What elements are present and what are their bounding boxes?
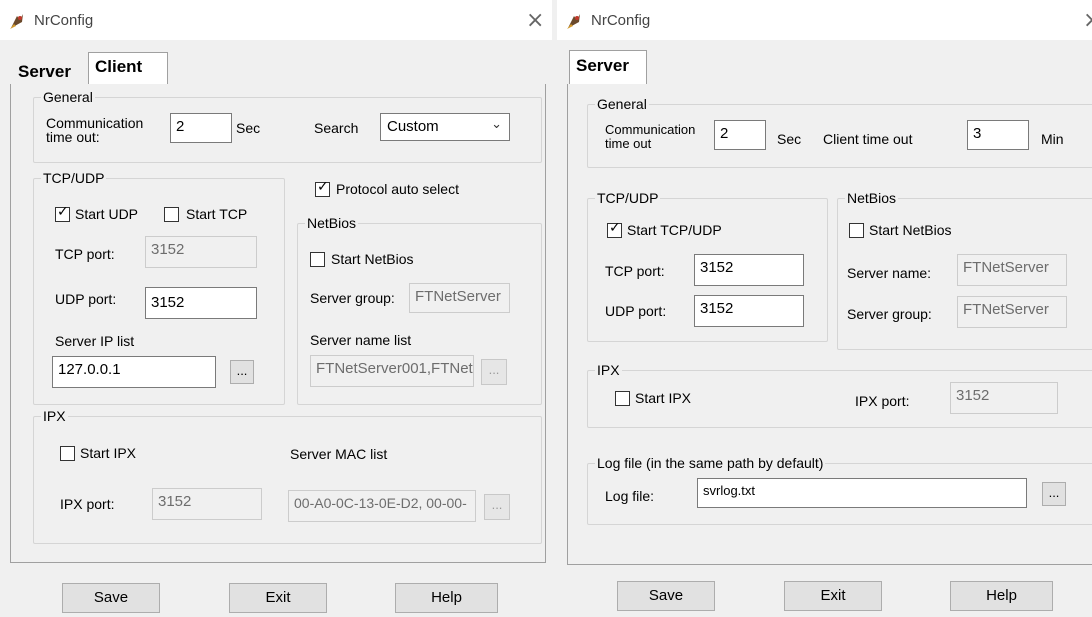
comm-timeout-label: Communication time out: [46,115,144,145]
search-label: Search [314,120,359,136]
log-file-browse-button[interactable]: ... [1042,482,1066,506]
search-select[interactable]: Custom ⌄ [380,113,510,141]
tcp-port-input[interactable]: 3152 [694,254,804,286]
protocol-auto-select-label: Protocol auto select [336,181,459,197]
tcp-port-input: 3152 [145,236,257,268]
protocol-auto-select-checkbox[interactable] [315,179,330,197]
udp-port-input[interactable]: 3152 [694,295,804,327]
server-name-list-browse-button: ... [481,359,507,385]
tab-server[interactable]: Server [12,58,92,85]
tcpudp-group-label: TCP/UDP [595,190,661,206]
netbios-group-label: NetBios [305,215,359,231]
exit-button[interactable]: Exit [784,581,882,611]
start-ipx-label: Start IPX [80,445,137,461]
comm-timeout-input[interactable]: 2 [714,120,766,150]
server-mac-list-input: 00-A0-0C-13-0E-D2, 00-00- [288,490,476,522]
save-button[interactable]: Save [617,581,715,611]
start-ipx-checkbox[interactable] [60,446,75,461]
start-ipx-checkbox[interactable] [615,391,630,406]
window-title: NrConfig [34,12,94,29]
start-udp-label: Start UDP [75,206,139,222]
start-netbios-checkbox[interactable] [310,252,325,267]
comm-timeout-input[interactable]: 2 [170,113,232,143]
help-button[interactable]: Help [395,583,498,613]
log-file-label: Log file: [605,488,655,504]
server-group-label: Server group: [847,306,932,322]
start-netbios-label: Start NetBios [869,222,952,238]
server-ip-list-input[interactable]: 127.0.0.1 [52,356,216,388]
server-mac-list-label: Server MAC list [290,446,388,462]
start-ipx-label: Start IPX [635,390,692,406]
tab-client[interactable]: Client [88,52,168,85]
ipx-port-input: 3152 [152,488,262,520]
start-netbios-checkbox[interactable] [849,223,864,238]
general-group-label: General [595,96,649,112]
server-group-input: FTNetServer [957,296,1067,328]
client-config-window: NrConfig × Server Client General Communi… [0,0,552,617]
client-timeout-label: Client time out [823,131,913,147]
start-tcp-label: Start TCP [186,206,248,222]
start-netbios-label: Start NetBios [331,251,414,267]
client-timeout-unit: Min [1041,131,1064,147]
server-group-label: Server group: [310,290,395,306]
server-name-list-label: Server name list [310,332,412,348]
netbios-group-label: NetBios [845,190,899,206]
start-tcpudp-label: Start TCP/UDP [627,222,722,238]
comm-timeout-unit: Sec [777,131,802,147]
title-bar: NrConfig × [0,0,552,40]
server-mac-list-browse-button: ... [484,494,510,520]
chevron-down-icon: ⌄ [491,117,502,132]
close-icon[interactable]: × [526,8,544,33]
ipx-group-label: IPX [595,362,622,378]
tcp-port-label: TCP port: [605,263,665,279]
server-name-label: Server name: [847,265,932,281]
start-udp-checkbox[interactable] [55,204,70,222]
start-tcp-checkbox[interactable] [164,207,179,222]
ipx-port-label: IPX port: [855,393,910,409]
ipx-group-label: IPX [41,408,68,424]
nrconfig-app-icon [10,14,23,29]
save-button[interactable]: Save [62,583,160,613]
comm-timeout-label: Communication time out [605,122,696,151]
server-name-input: FTNetServer [957,254,1067,286]
ipx-group: IPX [33,408,542,544]
general-group-label: General [41,89,95,105]
udp-port-label: UDP port: [605,303,667,319]
search-select-value: Custom [387,118,439,135]
log-file-input[interactable]: svrlog.txt [697,478,1027,508]
comm-timeout-unit: Sec [236,120,261,136]
tcpudp-group-label: TCP/UDP [41,170,107,186]
udp-port-input[interactable]: 3152 [145,287,257,319]
client-timeout-input[interactable]: 3 [967,120,1029,150]
close-icon[interactable]: × [1083,8,1092,33]
server-ip-list-label: Server IP list [55,333,135,349]
exit-button[interactable]: Exit [229,583,327,613]
server-ip-list-browse-button[interactable]: ... [230,360,254,384]
server-config-window: NrConfig × Server General Communication … [557,0,1092,617]
tab-server[interactable]: Server [569,50,647,85]
log-file-group-label: Log file (in the same path by default) [595,455,826,471]
ipx-port-label: IPX port: [60,496,115,512]
tcp-port-label: TCP port: [55,246,115,262]
server-group-input: FTNetServer [409,283,510,313]
help-button[interactable]: Help [950,581,1053,611]
window-title: NrConfig [591,12,651,29]
server-name-list-input: FTNetServer001,FTNet [310,355,474,387]
title-bar: NrConfig × [557,0,1092,40]
nrconfig-app-icon [567,14,580,29]
start-tcpudp-checkbox[interactable] [607,220,622,238]
udp-port-label: UDP port: [55,291,117,307]
ipx-port-input: 3152 [950,382,1058,414]
